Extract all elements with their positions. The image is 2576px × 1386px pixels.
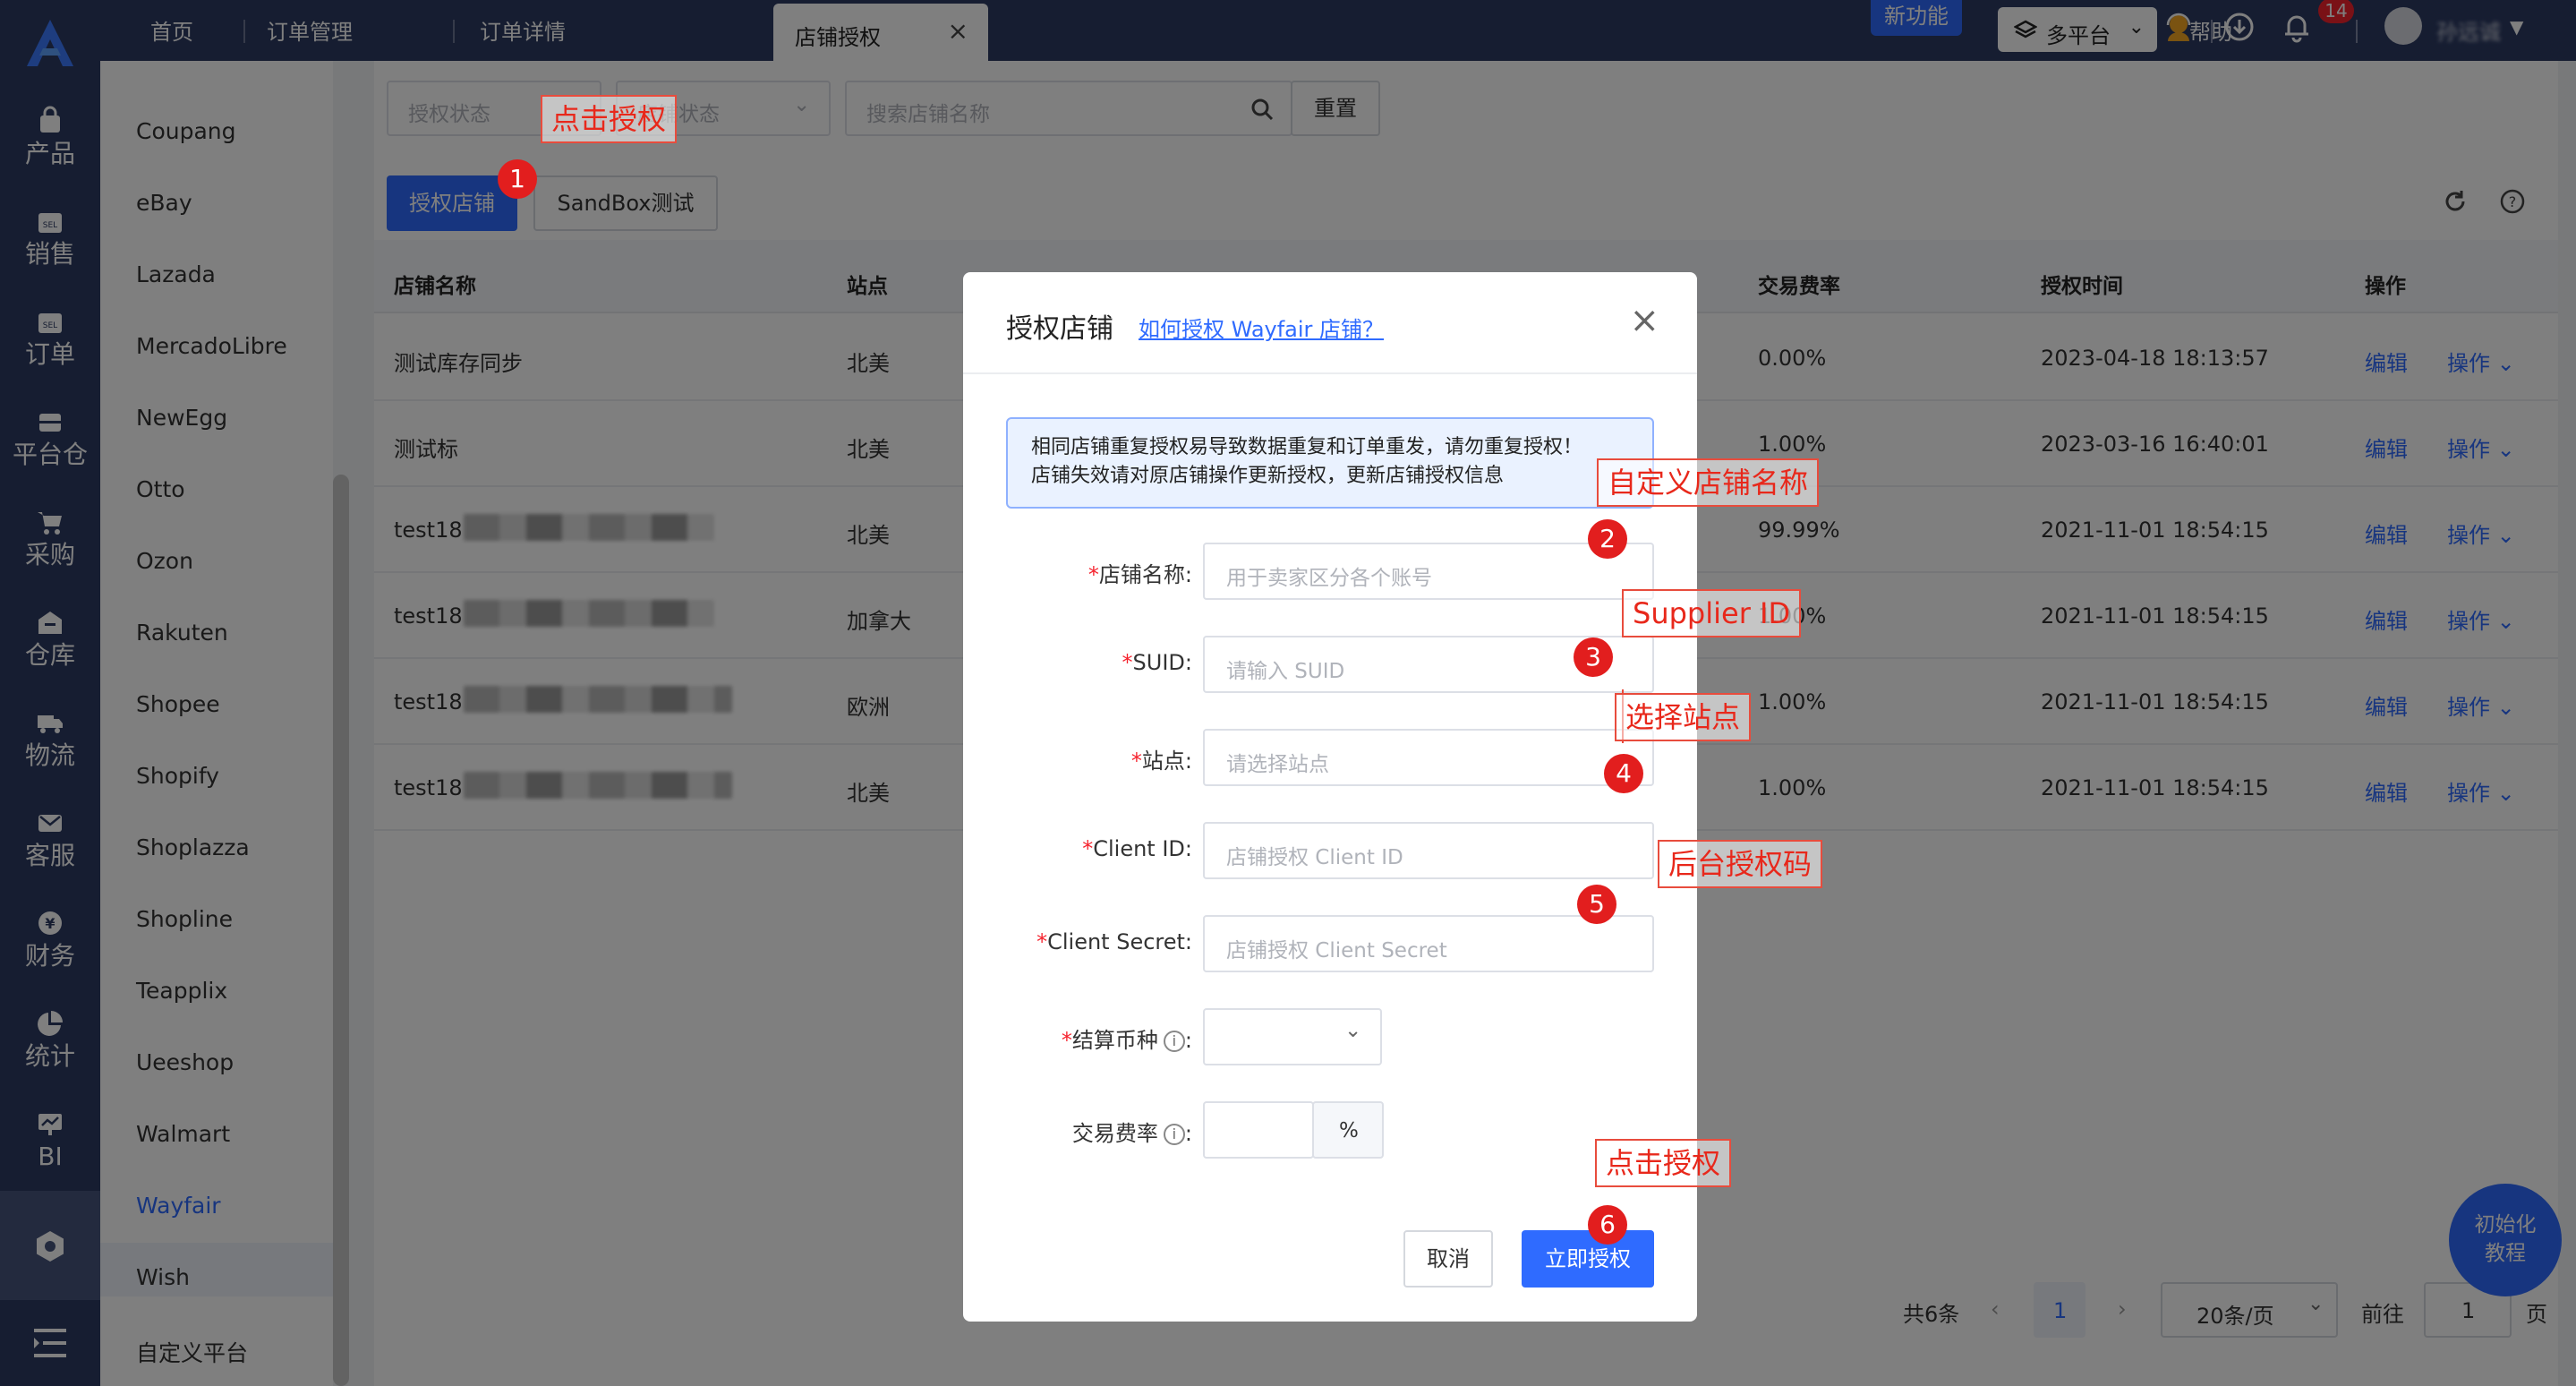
suid-label: *SUID: (1122, 650, 1192, 675)
fee-rate-label: 交易费率 i: (1071, 1121, 1192, 1146)
client-id-input[interactable]: 店铺授权 Client ID (1203, 822, 1654, 879)
required-mark: * (1082, 836, 1094, 861)
annotation-label: 点击授权 (1595, 1139, 1732, 1187)
site-label: *站点: (1131, 743, 1192, 774)
annotation-number: 5 (1577, 885, 1616, 924)
field-label: Client Secret: (1047, 929, 1192, 954)
client-secret-label: *Client Secret: (1036, 929, 1192, 954)
duplicate-warning-alert: 相同店铺重复授权易导致数据重复和订单重发，请勿重复授权！ 店铺失效请对原店铺操作… (1006, 417, 1654, 509)
client-id-label: *Client ID: (1082, 836, 1192, 861)
chevron-down-icon: ⌄ (1344, 1019, 1362, 1042)
required-mark: * (1061, 1028, 1072, 1053)
alert-text: 相同店铺重复授权易导致数据重复和订单重发，请勿重复授权！ (1031, 436, 1583, 458)
percent-label: % (1339, 1119, 1359, 1142)
info-icon[interactable]: i (1163, 1124, 1185, 1145)
help-guide-link[interactable]: 如何授权 Wayfair 店铺？ (1139, 312, 1384, 343)
dialog-title: 授权店铺 (1006, 313, 1113, 345)
fee-rate-input[interactable] (1203, 1101, 1314, 1159)
cancel-button[interactable]: 取消 (1403, 1230, 1493, 1288)
input-placeholder: 店铺授权 Client Secret (1226, 939, 1447, 962)
client-secret-input[interactable]: 店铺授权 Client Secret (1203, 915, 1654, 972)
store-name-label: *店铺名称: (1088, 557, 1192, 588)
field-label: 交易费率 (1071, 1121, 1158, 1146)
required-mark: * (1036, 929, 1048, 954)
currency-label: *结算币种 i: (1061, 1028, 1192, 1053)
required-mark: * (1122, 650, 1133, 675)
required-mark: * (1088, 562, 1099, 587)
annotation-label: 后台授权码 (1658, 840, 1823, 888)
field-label: Client ID: (1093, 836, 1192, 861)
submit-authorize-button[interactable]: 立即授权 (1522, 1230, 1654, 1288)
close-icon[interactable]: × (1629, 303, 1659, 338)
annotation-label: 自定义店铺名称 (1597, 458, 1820, 507)
percent-suffix: % (1312, 1101, 1384, 1159)
field-label: SUID: (1132, 650, 1192, 675)
annotation-number: 2 (1588, 519, 1627, 559)
annotation-number: 4 (1604, 754, 1643, 793)
authorize-store-dialog: 授权店铺 如何授权 Wayfair 店铺？ × 相同店铺重复授权易导致数据重复和… (963, 272, 1697, 1322)
annotation-number: 1 (498, 159, 537, 199)
input-placeholder: 请输入 SUID (1226, 660, 1345, 683)
dialog-divider (963, 372, 1697, 374)
currency-select[interactable]: ⌄ (1203, 1008, 1382, 1065)
input-placeholder: 店铺授权 Client ID (1226, 846, 1403, 869)
field-label: 店铺名称: (1098, 562, 1192, 587)
alert-text: 店铺失效请对原店铺操作更新授权，更新店铺授权信息 (1031, 465, 1505, 487)
site-select[interactable]: 请选择站点 (1203, 729, 1654, 786)
annotation-label: 选择站点 (1615, 693, 1752, 741)
annotation-number: 6 (1588, 1205, 1627, 1245)
annotation-number: 3 (1574, 637, 1613, 677)
store-name-input[interactable]: 用于卖家区分各个账号 (1203, 543, 1654, 600)
field-label: 结算币种 (1071, 1028, 1158, 1053)
field-label: 站点: (1141, 749, 1192, 774)
annotation-label: 点击授权 (541, 95, 678, 143)
annotation-label: Supplier ID (1622, 589, 1802, 637)
info-icon[interactable]: i (1163, 1031, 1185, 1052)
input-placeholder: 请选择站点 (1226, 753, 1329, 776)
input-placeholder: 用于卖家区分各个账号 (1226, 567, 1432, 590)
required-mark: * (1130, 749, 1142, 774)
